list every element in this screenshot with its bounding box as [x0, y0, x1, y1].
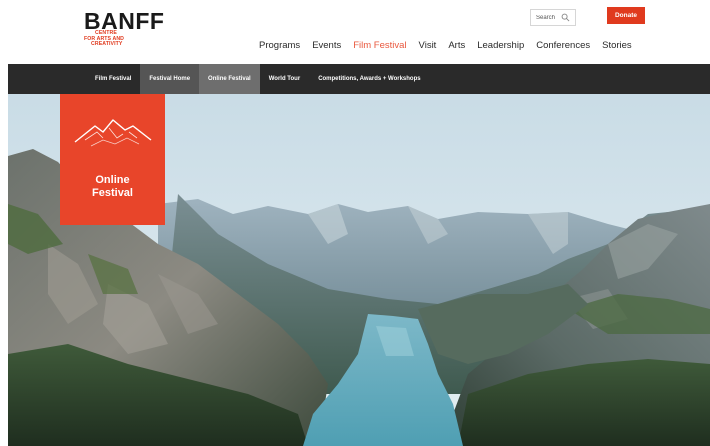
nav-item-programs[interactable]: Programs: [259, 40, 300, 51]
film-festival-subnav: Film Festival Festival Home Online Festi…: [8, 64, 710, 94]
logo-tagline: Centre for Arts and Creativity: [84, 30, 124, 48]
mountain-icon: [74, 119, 152, 147]
nav-item-conferences[interactable]: Conferences: [536, 40, 590, 51]
badge-label: Online Festival: [60, 174, 165, 200]
logo-tagline-line: Creativity: [91, 41, 123, 48]
nav-item-film-festival[interactable]: Film Festival: [353, 40, 406, 51]
badge-label-line: Festival: [92, 187, 133, 199]
nav-item-visit[interactable]: Visit: [419, 40, 437, 51]
main-nav: Programs Events Film Festival Visit Arts…: [259, 40, 632, 51]
badge-label-line: Online: [95, 174, 130, 186]
nav-item-arts[interactable]: Arts: [448, 40, 465, 51]
nav-item-stories[interactable]: Stories: [602, 40, 632, 51]
search-icon[interactable]: [561, 13, 570, 22]
nav-item-events[interactable]: Events: [312, 40, 341, 51]
online-festival-badge[interactable]: Online Festival: [60, 94, 165, 225]
site-header: BANFF Centre for Arts and Creativity Don…: [0, 0, 710, 64]
subnav-item-film-festival[interactable]: Film Festival: [86, 64, 140, 94]
search-input[interactable]: [536, 14, 562, 21]
banff-logo[interactable]: BANFF Centre for Arts and Creativity: [84, 8, 174, 58]
nav-item-leadership[interactable]: Leadership: [477, 40, 524, 51]
subnav-item-competitions[interactable]: Competitions, Awards + Workshops: [309, 64, 429, 94]
subnav-item-world-tour[interactable]: World Tour: [260, 64, 309, 94]
subnav-item-online-festival[interactable]: Online Festival: [199, 64, 260, 94]
donate-button[interactable]: Donate: [607, 7, 645, 24]
subnav-item-festival-home[interactable]: Festival Home: [140, 64, 200, 94]
search-box[interactable]: [530, 9, 576, 26]
